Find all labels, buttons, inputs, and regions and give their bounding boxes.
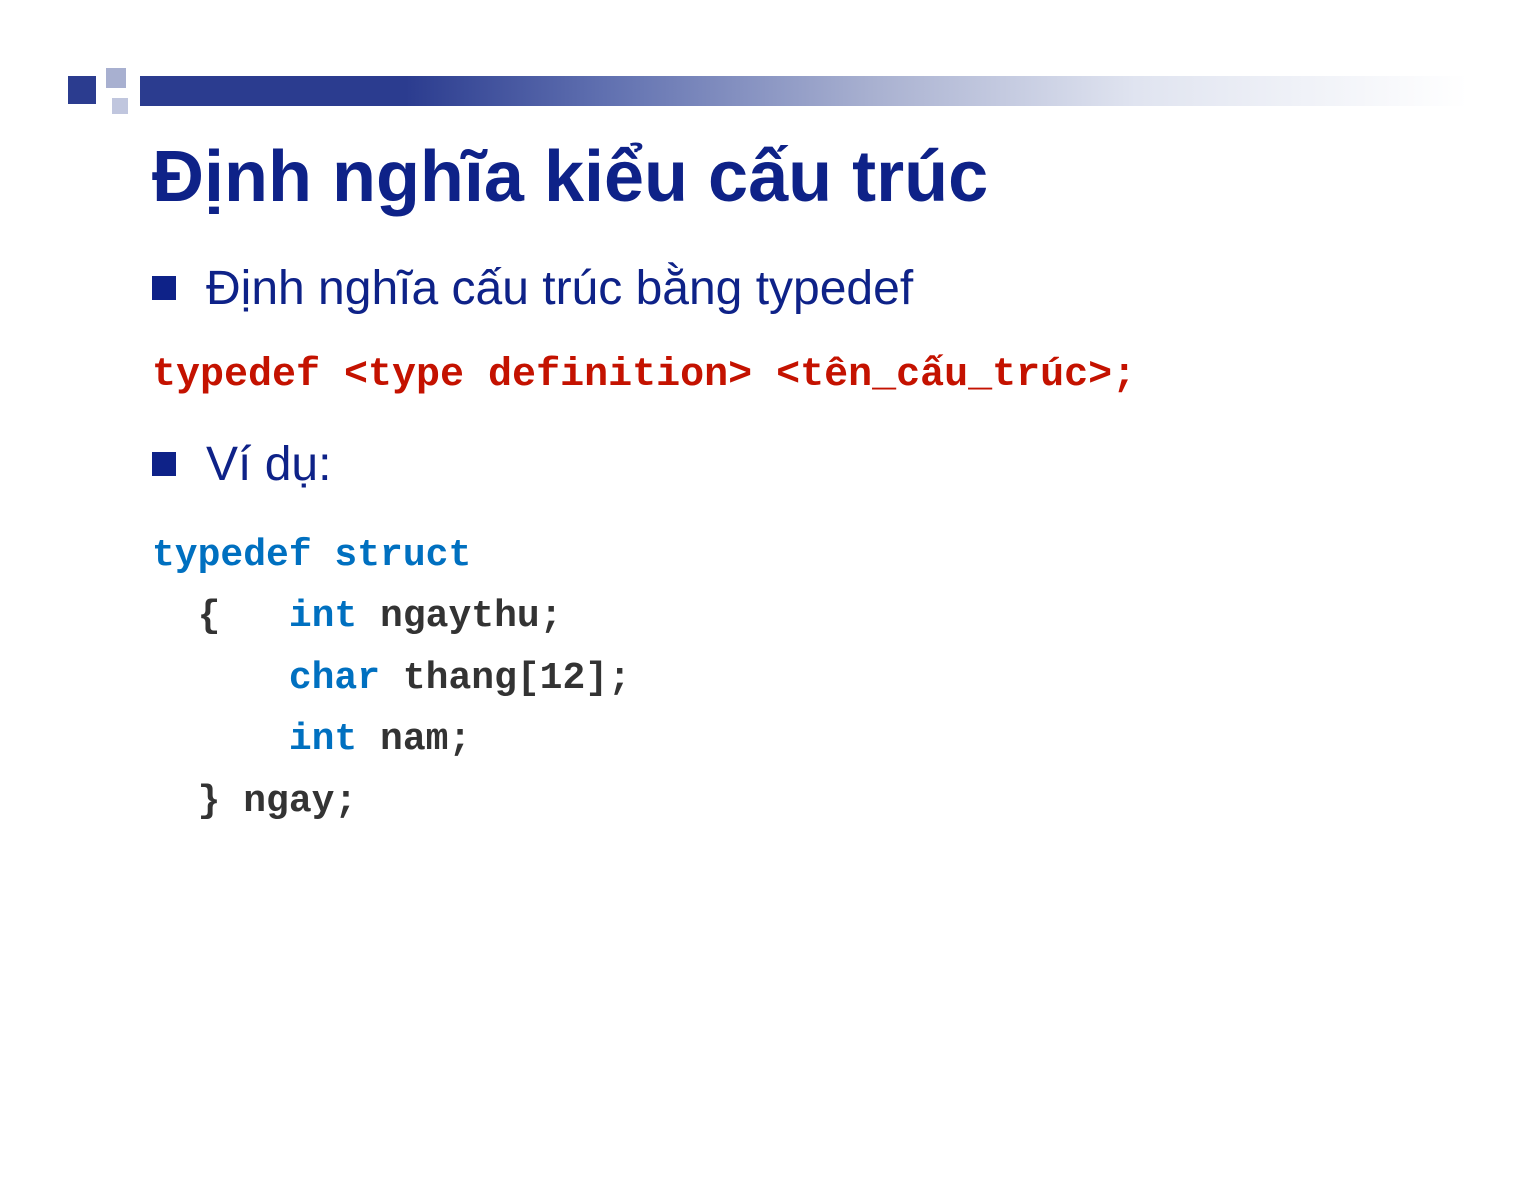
bullet-icon [152, 276, 176, 300]
keyword-int: int [289, 718, 357, 761]
code-line-5: } ngay; [152, 771, 1402, 833]
decor-square-large [68, 76, 96, 104]
bullet-icon [152, 452, 176, 476]
code-brace-open: { [152, 595, 289, 638]
bullet-text-2: Ví dụ: [206, 434, 331, 496]
code-ngaythu: ngaythu; [357, 595, 562, 638]
bullet-text-1: Định nghĩa cấu trúc bằng typedef [206, 258, 913, 320]
header-decoration [68, 68, 1468, 116]
code-line-4: int nam; [152, 709, 1402, 771]
keyword-char: char [289, 657, 380, 700]
keyword-int: int [289, 595, 357, 638]
code-nam: nam; [357, 718, 471, 761]
keyword-typedef-struct: typedef struct [152, 534, 471, 577]
bullet-item-1: Định nghĩa cấu trúc bằng typedef [152, 258, 1402, 320]
code-padding [152, 718, 289, 761]
slide-title: Định nghĩa kiểu cấu trúc [152, 138, 988, 217]
decor-square-small-top [106, 68, 126, 88]
bullet-item-2: Ví dụ: [152, 434, 1402, 496]
code-thang: thang[12]; [380, 657, 631, 700]
syntax-definition: typedef <type definition> <tên_cấu_trúc>… [152, 348, 1402, 404]
header-gradient-bar [140, 76, 1468, 106]
code-line-1: typedef struct [152, 525, 1402, 587]
decor-square-small-bottom [112, 98, 128, 114]
code-line-2: { int ngaythu; [152, 586, 1402, 648]
code-padding [152, 657, 289, 700]
code-example: typedef struct { int ngaythu; char thang… [152, 525, 1402, 833]
slide-content: Định nghĩa cấu trúc bằng typedef typedef… [152, 258, 1402, 833]
code-line-3: char thang[12]; [152, 648, 1402, 710]
